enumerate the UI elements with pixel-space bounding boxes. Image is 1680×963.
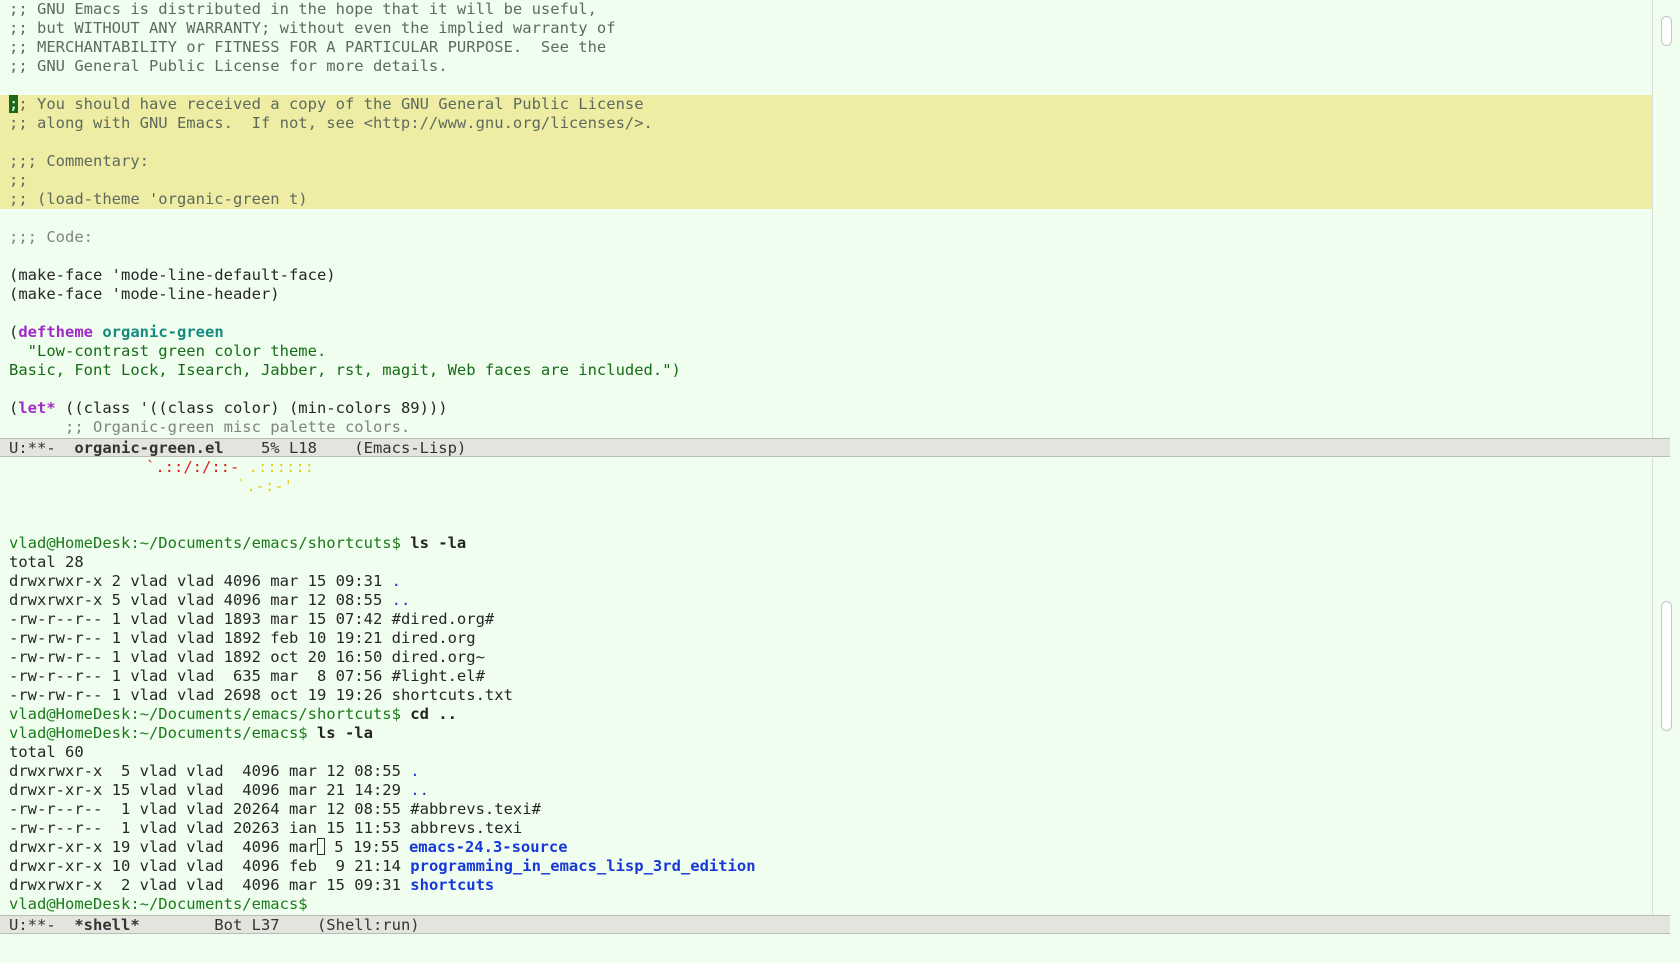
code-line: ;; GNU Emacs is distributed in the hope … xyxy=(9,0,597,18)
file-row: -rw-rw-r-- 1 vlad vlad 1892 feb 10 19:21… xyxy=(9,629,476,647)
ascii-art-line: `.::/:/::- .:::::: xyxy=(146,458,314,476)
shell-prompt: vlad@HomeDesk:~/Documents/emacs$ xyxy=(9,724,308,742)
code-line: Basic, Font Lock, Isearch, Jabber, rst, … xyxy=(9,361,681,379)
keyword: let* xyxy=(18,399,56,417)
file-row: drwxrwxr-x 5 vlad vlad 4096 mar 12 08:55… xyxy=(9,762,420,780)
code-line: ;; GNU General Public License for more d… xyxy=(9,57,448,75)
keyword: deftheme xyxy=(18,323,93,341)
shell-prompt: vlad@HomeDesk:~/Documents/emacs$ xyxy=(9,895,308,913)
file-row: drwxr-xr-x 10 vlad vlad 4096 feb 9 21:14… xyxy=(9,857,756,875)
file-name: #abbrevs.texi# xyxy=(410,800,541,818)
code-line: ;;; Code: xyxy=(9,228,93,246)
file-name: dired.org xyxy=(391,629,476,647)
file-name: dired.org~ xyxy=(391,648,485,666)
code-line: ;; xyxy=(0,171,1652,190)
scrollbar-thumb[interactable] xyxy=(1661,16,1672,46)
echo-area[interactable] xyxy=(0,935,1680,963)
mode-line-top: U:**- organic-green.el 5% L18 (Emacs-Lis… xyxy=(0,438,1670,457)
bottom-scrollbar[interactable] xyxy=(1652,458,1680,915)
file-name: . xyxy=(410,762,420,780)
file-row: drwxrwxr-x 5 vlad vlad 4096 mar 12 08:55… xyxy=(9,591,411,609)
shell-output: total 60 xyxy=(9,743,84,761)
shell-command-line: vlad@HomeDesk:~/Documents/emacs/shortcut… xyxy=(9,534,467,552)
function-name: organic-green xyxy=(102,323,224,341)
major-mode: (Emacs-Lisp) xyxy=(354,439,467,457)
code-line: (make-face 'mode-line-header) xyxy=(9,285,280,303)
file-name: #light.el# xyxy=(391,667,485,685)
code-line-current: ;; You should have received a copy of th… xyxy=(0,95,1652,114)
file-row: -rw-r--r-- 1 vlad vlad 1893 mar 15 07:42… xyxy=(9,610,495,628)
file-name: .. xyxy=(410,781,429,799)
shell-command-line: vlad@HomeDesk:~/Documents/emacs/shortcut… xyxy=(9,705,457,723)
blank-line xyxy=(0,133,1652,152)
code-line: ;; along with GNU Emacs. If not, see <ht… xyxy=(0,114,1652,133)
code-line: (make-face 'mode-line-default-face) xyxy=(9,266,336,284)
ascii-art-line: `.-:-' xyxy=(237,477,293,495)
file-name: .. xyxy=(391,591,411,609)
code-line: "Low-contrast green color theme. xyxy=(9,342,327,360)
file-row: -rw-r--r-- 1 vlad vlad 20264 mar 12 08:5… xyxy=(9,800,541,818)
directory-name: programming_in_emacs_lisp_3rd_edition xyxy=(410,857,756,875)
code-line: ;; Organic-green misc palette colors. xyxy=(9,418,411,436)
file-row: -rw-rw-r-- 1 vlad vlad 1892 oct 20 16:50… xyxy=(9,648,485,666)
code-line: ;; (load-theme 'organic-green t) xyxy=(0,190,1652,209)
file-row: drwxr-xr-x 15 vlad vlad 4096 mar 21 14:2… xyxy=(9,781,429,799)
code-line: ;; MERCHANTABILITY or FITNESS FOR A PART… xyxy=(9,38,607,56)
file-row: -rw-r--r-- 1 vlad vlad 20263 ian 15 11:5… xyxy=(9,819,523,837)
major-mode: (Shell:run) xyxy=(316,916,420,934)
mode-line-bottom: U:**- *shell* Bot L37 (Shell:run) xyxy=(0,915,1670,934)
file-name: . xyxy=(391,572,401,590)
scrollbar-thumb[interactable] xyxy=(1661,601,1672,731)
file-name: shortcuts.txt xyxy=(391,686,513,704)
file-row: -rw-rw-r-- 1 vlad vlad 2698 oct 19 19:26… xyxy=(9,686,513,704)
file-row: drwxrwxr-x 2 vlad vlad 4096 mar 15 09:31… xyxy=(9,876,495,894)
editor-pane-organic-green[interactable]: ;; GNU Emacs is distributed in the hope … xyxy=(0,0,1652,438)
file-row: drwxrwxr-x 2 vlad vlad 4096 mar 15 09:31… xyxy=(9,572,401,590)
code-line: (deftheme organic-green xyxy=(9,323,224,341)
shell-pane[interactable]: `.::/:/::- .:::::: `.-:-' vlad@HomeDesk:… xyxy=(0,458,1652,915)
file-row: -rw-r--r-- 1 vlad vlad 635 mar 8 07:56 #… xyxy=(9,667,485,685)
file-name: #dired.org# xyxy=(391,610,495,628)
file-name: abbrevs.texi xyxy=(410,819,523,837)
text-cursor: ; xyxy=(9,95,19,113)
shell-output: total 28 xyxy=(9,553,84,571)
buffer-name: organic-green.el xyxy=(74,439,224,457)
shell-input-line[interactable]: vlad@HomeDesk:~/Documents/emacs$ xyxy=(0,895,1652,914)
shell-command-line: vlad@HomeDesk:~/Documents/emacs$ ls -la xyxy=(9,724,373,742)
top-scrollbar[interactable] xyxy=(1652,0,1680,438)
mouse-cursor-box xyxy=(316,838,325,855)
code-line: ;; but WITHOUT ANY WARRANTY; without eve… xyxy=(9,19,616,37)
shell-prompt: vlad@HomeDesk:~/Documents/emacs/shortcut… xyxy=(9,534,401,552)
buffer-name: *shell* xyxy=(74,916,140,934)
code-line: (let* ((class '((class color) (min-color… xyxy=(9,399,448,417)
code-line: ;;; Commentary: xyxy=(0,152,1652,171)
directory-name: emacs-24.3-source xyxy=(408,838,568,856)
shell-prompt: vlad@HomeDesk:~/Documents/emacs/shortcut… xyxy=(9,705,401,723)
directory-name: shortcuts xyxy=(410,876,495,894)
file-row: drwxr-xr-x 19 vlad vlad 4096 mar 5 19:55… xyxy=(9,838,568,856)
